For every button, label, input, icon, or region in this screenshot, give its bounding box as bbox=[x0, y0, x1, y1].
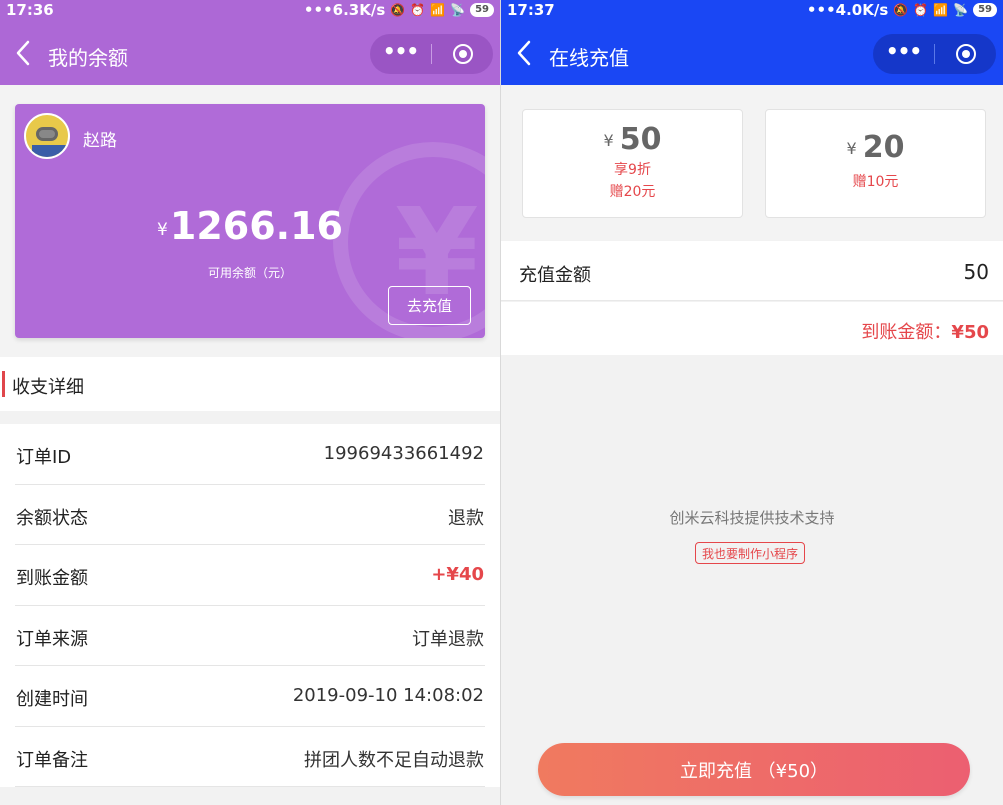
detail-value: 订单退款 bbox=[412, 628, 484, 650]
detail-key: 订单ID bbox=[16, 447, 72, 468]
avatar bbox=[24, 113, 70, 159]
recharge-amount-input[interactable] bbox=[869, 260, 989, 284]
nav-bar: 在线充值 ••• bbox=[501, 22, 1003, 85]
alarm-icon: ⏰ bbox=[410, 3, 426, 17]
credited-amount: 到账金额：¥50 bbox=[861, 322, 989, 343]
balance-card: ¥ 赵路 ¥1266.16 可用余额（元） 去充值 bbox=[15, 104, 485, 338]
back-arrow-icon[interactable] bbox=[513, 38, 537, 68]
detail-value: 19969433661492 bbox=[323, 443, 484, 464]
more-dots-icon: ••• bbox=[382, 39, 419, 63]
detail-value: 退款 bbox=[448, 507, 484, 529]
section-title: 收支详细 bbox=[12, 377, 84, 398]
mute-icon: 🔕 bbox=[390, 3, 406, 17]
close-mini-program-button[interactable] bbox=[432, 34, 493, 74]
recharge-screen: 17:37 •••4.0K/s 🔕 ⏰ 📶 📡 59 在线充值 ••• ¥50 … bbox=[501, 0, 1003, 805]
status-time: 17:36 bbox=[6, 1, 54, 19]
package-discount: 享9折 bbox=[614, 162, 651, 178]
back-arrow-icon[interactable] bbox=[12, 38, 36, 68]
nav-bar: 我的余额 ••• bbox=[0, 22, 500, 85]
detail-row-credited: 到账金额 +¥40 bbox=[15, 545, 485, 606]
make-mini-program-link[interactable]: 我也要制作小程序 bbox=[695, 542, 806, 564]
currency-symbol: ¥ bbox=[157, 220, 168, 240]
wifi-icon: 📡 bbox=[953, 3, 969, 17]
detail-key: 余额状态 bbox=[16, 507, 88, 529]
section-header: 收支详细 bbox=[0, 357, 500, 411]
status-time: 17:37 bbox=[507, 1, 555, 19]
signal-icon: 📶 bbox=[933, 3, 949, 17]
battery-icon: 59 bbox=[470, 3, 494, 17]
package-amount: 20 bbox=[862, 130, 905, 165]
balance-amount: ¥1266.16 bbox=[15, 204, 485, 248]
detail-row-order-id: 订单ID 19969433661492 bbox=[15, 424, 485, 485]
detail-value: 2019-09-10 14:08:02 bbox=[292, 685, 484, 706]
balance-label: 可用余额（元） bbox=[207, 266, 292, 280]
detail-row-remark: 订单备注 拼团人数不足自动退款 bbox=[15, 727, 485, 787]
more-dots-icon: ••• bbox=[885, 39, 922, 63]
recharge-now-button[interactable]: 立即充值 （¥50） bbox=[538, 743, 970, 796]
recharge-amount-label: 充值金额 bbox=[519, 265, 591, 286]
target-icon bbox=[452, 44, 473, 64]
detail-row-created: 创建时间 2019-09-10 14:08:02 bbox=[15, 666, 485, 727]
status-bar: 17:36 •••6.3K/s 🔕 ⏰ 📶 📡 59 bbox=[0, 0, 500, 22]
detail-key: 订单来源 bbox=[16, 628, 88, 650]
package-bonus: 赠10元 bbox=[852, 174, 899, 190]
mini-program-capsule: ••• bbox=[370, 34, 493, 74]
signal-icon: 📶 bbox=[430, 3, 446, 17]
detail-row-status: 余额状态 退款 bbox=[15, 485, 485, 545]
page-title: 我的余额 bbox=[48, 46, 128, 70]
status-bar: 17:37 •••4.0K/s 🔕 ⏰ 📶 📡 59 bbox=[501, 0, 1003, 22]
section-accent-bar bbox=[2, 371, 5, 397]
close-mini-program-button[interactable] bbox=[935, 34, 996, 74]
package-price: ¥20 bbox=[766, 130, 985, 165]
target-icon bbox=[955, 44, 976, 64]
recharge-amount-row: 充值金额 bbox=[501, 241, 1003, 301]
page-title: 在线充值 bbox=[549, 46, 629, 70]
detail-row-source: 订单来源 订单退款 bbox=[15, 606, 485, 666]
credited-amount-row: 到账金额：¥50 bbox=[501, 302, 1003, 355]
detail-list: 订单ID 19969433661492 余额状态 退款 到账金额 +¥40 订单… bbox=[0, 424, 500, 787]
detail-key: 创建时间 bbox=[16, 689, 88, 710]
alarm-icon: ⏰ bbox=[913, 3, 929, 17]
wifi-icon: 📡 bbox=[450, 3, 466, 17]
package-bonus: 赠20元 bbox=[609, 184, 656, 200]
recharge-package-50[interactable]: ¥50 享9折 赠20元 bbox=[522, 109, 743, 218]
network-speed: •••6.3K/s bbox=[303, 1, 386, 19]
package-price: ¥50 bbox=[523, 122, 742, 157]
detail-value: +¥40 bbox=[431, 564, 484, 585]
detail-key: 到账金额 bbox=[16, 568, 88, 589]
username: 赵路 bbox=[83, 131, 117, 151]
currency-symbol: ¥ bbox=[603, 131, 614, 150]
go-recharge-button[interactable]: 去充值 bbox=[388, 286, 471, 325]
detail-value: 拼团人数不足自动退款 bbox=[304, 749, 484, 771]
tech-support-text: 创米云科技提供技术支持 bbox=[669, 509, 835, 527]
mute-icon: 🔕 bbox=[893, 3, 909, 17]
currency-symbol: ¥ bbox=[846, 139, 857, 158]
detail-key: 订单备注 bbox=[16, 749, 88, 771]
battery-icon: 59 bbox=[973, 3, 997, 17]
package-options: ¥50 享9折 赠20元 ¥20 赠10元 bbox=[501, 85, 1003, 240]
status-icons: •••4.0K/s 🔕 ⏰ 📶 📡 59 bbox=[807, 1, 997, 19]
network-speed: •••4.0K/s bbox=[806, 1, 889, 19]
balance-screen: 17:36 •••6.3K/s 🔕 ⏰ 📶 📡 59 我的余额 ••• ¥ 赵路… bbox=[0, 0, 500, 805]
package-amount: 50 bbox=[619, 122, 662, 157]
recharge-package-20[interactable]: ¥20 赠10元 bbox=[765, 109, 986, 218]
mini-program-capsule: ••• bbox=[873, 34, 996, 74]
balance-value: 1266.16 bbox=[169, 204, 343, 248]
more-button[interactable]: ••• bbox=[370, 34, 431, 74]
more-button[interactable]: ••• bbox=[873, 34, 934, 74]
status-icons: •••6.3K/s 🔕 ⏰ 📶 📡 59 bbox=[304, 1, 494, 19]
